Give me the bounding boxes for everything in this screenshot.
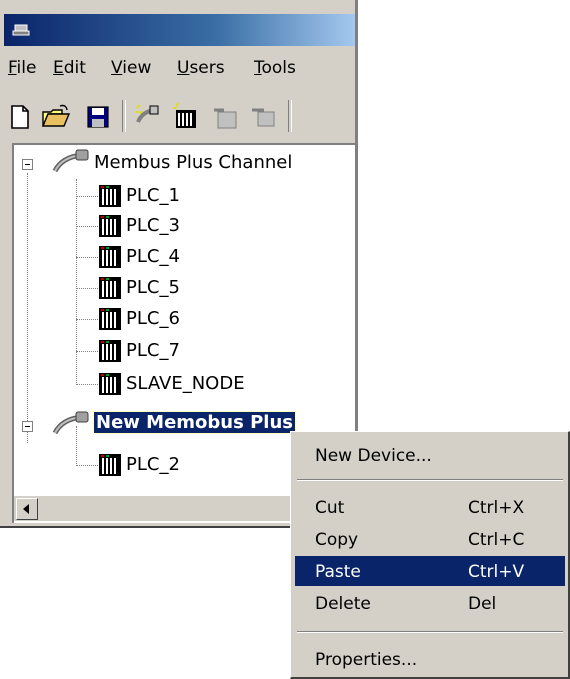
tree-connector	[76, 319, 98, 320]
channel-icon	[52, 411, 89, 435]
menu-item-cut[interactable]: Cut Ctrl+X	[295, 492, 565, 522]
toolbar-separator	[288, 100, 292, 132]
tree-device-label: PLC_6	[126, 308, 180, 329]
menu-item-label: Copy	[315, 530, 359, 550]
menu-item-delete[interactable]: Delete Del	[295, 588, 565, 618]
menu-item-label: Properties...	[315, 650, 418, 670]
menu-separator	[297, 479, 563, 481]
menu-item-new-device[interactable]: New Device...	[295, 440, 565, 470]
menu-item-shortcut: Ctrl+V	[468, 562, 525, 582]
save-disk-icon[interactable]	[82, 102, 114, 132]
tree-channel-label: Membus Plus Channel	[94, 152, 293, 173]
plc-device-icon	[99, 185, 121, 207]
tree-device-label: SLAVE_NODE	[126, 373, 245, 394]
menu-item-label: Cut	[315, 498, 345, 518]
menu-bar: File Edit View Users Tools	[4, 56, 358, 82]
channel-properties-icon[interactable]	[210, 102, 242, 132]
menu-separator	[297, 631, 563, 633]
new-device-icon[interactable]	[170, 102, 202, 132]
tree-channel-label-selected: New Memobus Plus	[93, 411, 296, 434]
tree-connector	[76, 465, 98, 466]
device-properties-icon[interactable]	[248, 102, 280, 132]
title-bar[interactable]	[4, 14, 358, 46]
menu-item-shortcut: Ctrl+X	[468, 498, 525, 518]
collapse-toggle[interactable]	[22, 159, 33, 170]
tree-device-label: PLC_7	[126, 340, 180, 361]
tree-connector	[76, 288, 98, 289]
tree-connector	[76, 226, 98, 227]
plc-device-icon	[99, 373, 121, 395]
plc-device-icon	[99, 246, 121, 268]
menu-item-copy[interactable]: Copy Ctrl+C	[295, 524, 565, 554]
menu-tools[interactable]: Tools	[254, 58, 296, 78]
menu-item-label: Paste	[315, 562, 361, 582]
menu-item-label: Delete	[315, 594, 371, 614]
menu-file[interactable]: File	[8, 58, 36, 78]
new-channel-icon[interactable]	[132, 102, 164, 132]
plc-device-icon	[99, 308, 121, 330]
tree-device-label: PLC_1	[126, 185, 180, 206]
menu-item-paste[interactable]: Paste Ctrl+V	[295, 556, 565, 586]
tree-connector	[27, 173, 28, 443]
collapse-toggle[interactable]	[22, 421, 33, 432]
menu-item-shortcut: Del	[468, 594, 497, 614]
tree-connector	[76, 384, 98, 385]
plc-device-icon	[99, 215, 121, 237]
app-icon	[12, 24, 30, 36]
scroll-left-arrow-icon[interactable]	[16, 498, 38, 520]
tree-connector	[76, 257, 98, 258]
tree-device-label: PLC_2	[126, 454, 180, 475]
tree-device-label: PLC_3	[126, 215, 180, 236]
menu-item-properties[interactable]: Properties...	[295, 644, 565, 674]
menu-edit[interactable]: Edit	[53, 58, 86, 78]
plc-device-icon	[99, 277, 121, 299]
menu-view[interactable]: View	[111, 58, 151, 78]
tree-device-label: PLC_4	[126, 246, 180, 267]
open-folder-icon[interactable]	[40, 102, 72, 132]
menu-item-label: New Device...	[315, 446, 432, 466]
plc-device-icon	[99, 454, 121, 476]
menu-item-shortcut: Ctrl+C	[468, 530, 525, 550]
menu-users[interactable]: Users	[177, 58, 225, 78]
toolbar	[4, 96, 358, 136]
new-file-icon[interactable]	[4, 102, 36, 132]
tree-connector	[76, 196, 98, 197]
context-menu: New Device... Cut Ctrl+X Copy Ctrl+C Pas…	[290, 431, 570, 679]
tree-device-label: PLC_5	[126, 277, 180, 298]
tree-connector	[76, 179, 77, 385]
plc-device-icon	[99, 340, 121, 362]
toolbar-separator	[122, 100, 126, 132]
tree-connector	[76, 351, 98, 352]
channel-icon	[52, 149, 89, 173]
